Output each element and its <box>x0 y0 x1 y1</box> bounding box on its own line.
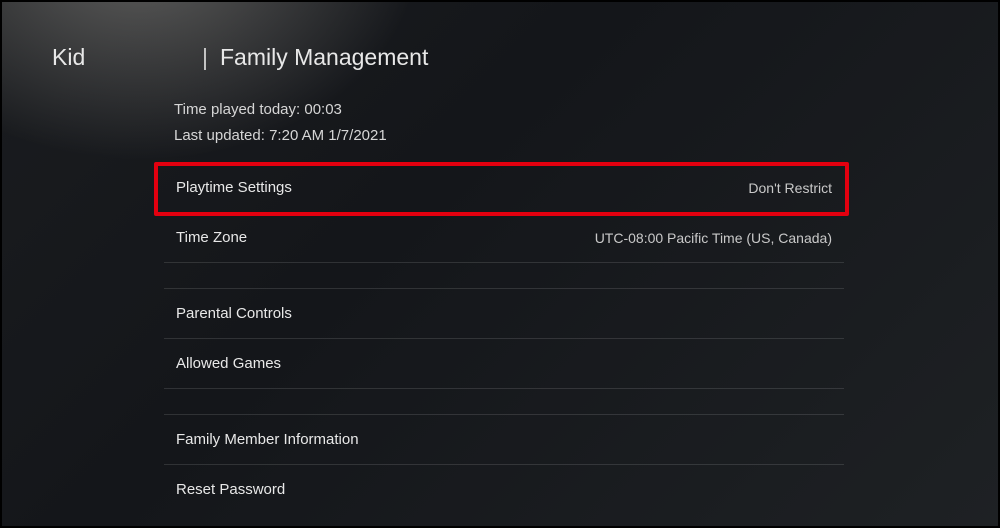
row-label: Reset Password <box>176 481 285 498</box>
time-played-label: Time played today: <box>174 101 300 118</box>
header-divider: | <box>202 44 208 71</box>
page-title: Family Management <box>220 44 428 71</box>
row-reset-password[interactable]: Reset Password <box>164 464 844 514</box>
page-header: Kid | Family Management <box>2 2 998 71</box>
header-user-name: Kid <box>52 44 202 71</box>
row-family-member-information[interactable]: Family Member Information <box>164 414 844 464</box>
section-gap <box>164 262 844 288</box>
section-gap <box>164 388 844 414</box>
last-updated-line: Last updated: 7:20 AM 1/7/2021 <box>174 123 844 149</box>
row-label: Allowed Games <box>176 355 281 372</box>
content-area: Time played today: 00:03 Last updated: 7… <box>2 71 844 514</box>
row-label: Parental Controls <box>176 305 292 322</box>
row-value: Don't Restrict <box>748 180 832 196</box>
row-label: Playtime Settings <box>176 179 292 196</box>
row-parental-controls[interactable]: Parental Controls <box>164 288 844 338</box>
row-label: Family Member Information <box>176 431 359 448</box>
playtime-info-block: Time played today: 00:03 Last updated: 7… <box>164 91 844 162</box>
row-time-zone[interactable]: Time Zone UTC-08:00 Pacific Time (US, Ca… <box>164 212 844 262</box>
row-label: Time Zone <box>176 229 247 246</box>
time-played-line: Time played today: 00:03 <box>174 97 844 123</box>
row-playtime-settings[interactable]: Playtime Settings Don't Restrict <box>164 162 844 212</box>
row-value: UTC-08:00 Pacific Time (US, Canada) <box>595 230 832 246</box>
last-updated-label: Last updated: <box>174 127 265 144</box>
last-updated-value: 7:20 AM 1/7/2021 <box>269 127 387 144</box>
row-allowed-games[interactable]: Allowed Games <box>164 338 844 388</box>
time-played-value: 00:03 <box>304 101 342 118</box>
